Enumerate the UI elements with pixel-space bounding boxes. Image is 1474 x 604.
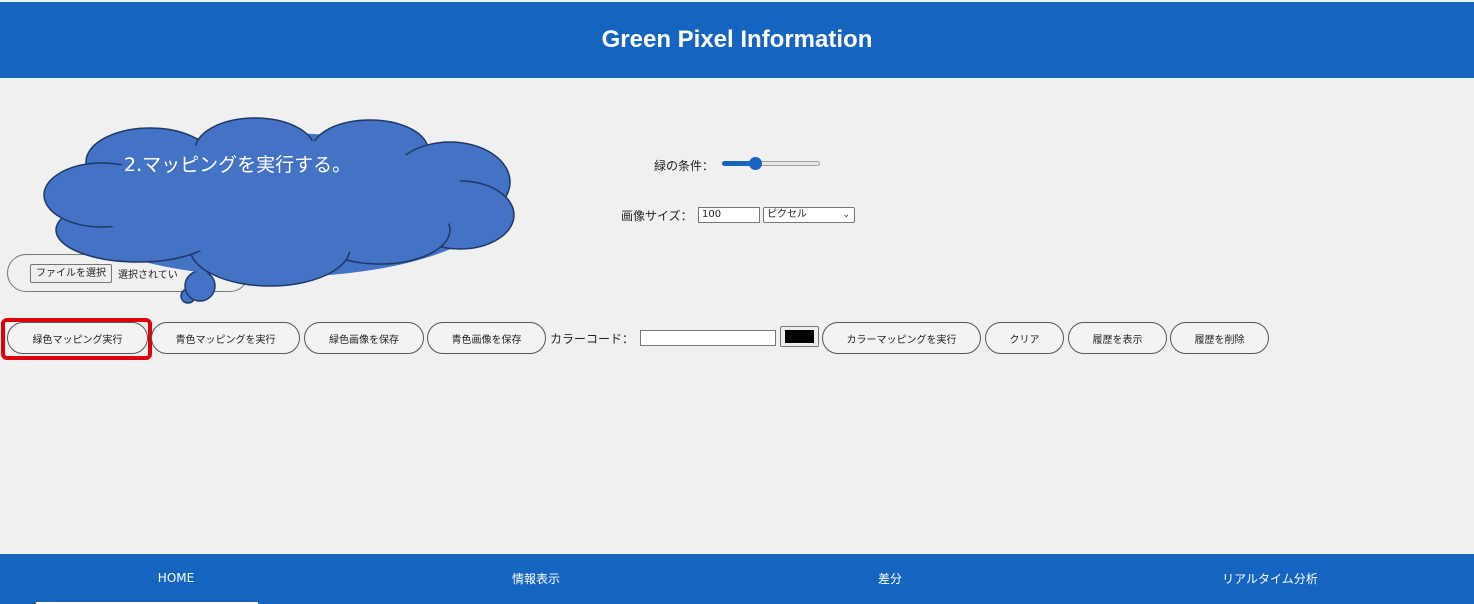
clear-button[interactable]: クリア	[985, 322, 1064, 354]
color-picker[interactable]	[780, 326, 819, 347]
show-history-button[interactable]: 履歴を表示	[1068, 322, 1167, 354]
image-size-input[interactable]: 100	[698, 207, 760, 223]
header-bar: Green Pixel Information	[0, 2, 1474, 78]
callout-cloud	[43, 117, 515, 304]
unit-select-value: ピクセル	[767, 209, 807, 220]
blue-mapping-button[interactable]: 青色マッピングを実行	[151, 322, 300, 354]
nav-home[interactable]: HOME	[0, 554, 352, 602]
color-code-input[interactable]	[640, 330, 776, 346]
bottom-nav: HOME 情報表示 差分 リアルタイム分析	[0, 554, 1474, 604]
color-mapping-button[interactable]: カラーマッピングを実行	[822, 322, 981, 354]
nav-realtime[interactable]: リアルタイム分析	[1094, 554, 1446, 602]
image-size-label: 画像サイズ：	[621, 209, 693, 223]
green-condition-slider[interactable]	[722, 157, 820, 170]
save-green-image-button[interactable]: 緑色画像を保存	[304, 322, 424, 354]
page-title: Green Pixel Information	[601, 26, 873, 53]
color-code-label: カラーコード：	[550, 332, 635, 346]
nav-diff[interactable]: 差分	[714, 554, 1066, 602]
highlight-box	[1, 318, 152, 360]
save-blue-image-button[interactable]: 青色画像を保存	[427, 322, 546, 354]
color-swatch	[785, 330, 814, 343]
green-condition-label: 緑の条件：	[654, 159, 715, 173]
unit-select[interactable]: ピクセル ⌄	[763, 207, 855, 223]
callout-text: 2.マッピングを実行する。	[124, 154, 352, 176]
delete-history-button[interactable]: 履歴を削除	[1170, 322, 1269, 354]
slider-thumb[interactable]	[749, 157, 763, 170]
nav-info[interactable]: 情報表示	[360, 554, 712, 602]
chevron-down-icon: ⌄	[842, 210, 850, 220]
